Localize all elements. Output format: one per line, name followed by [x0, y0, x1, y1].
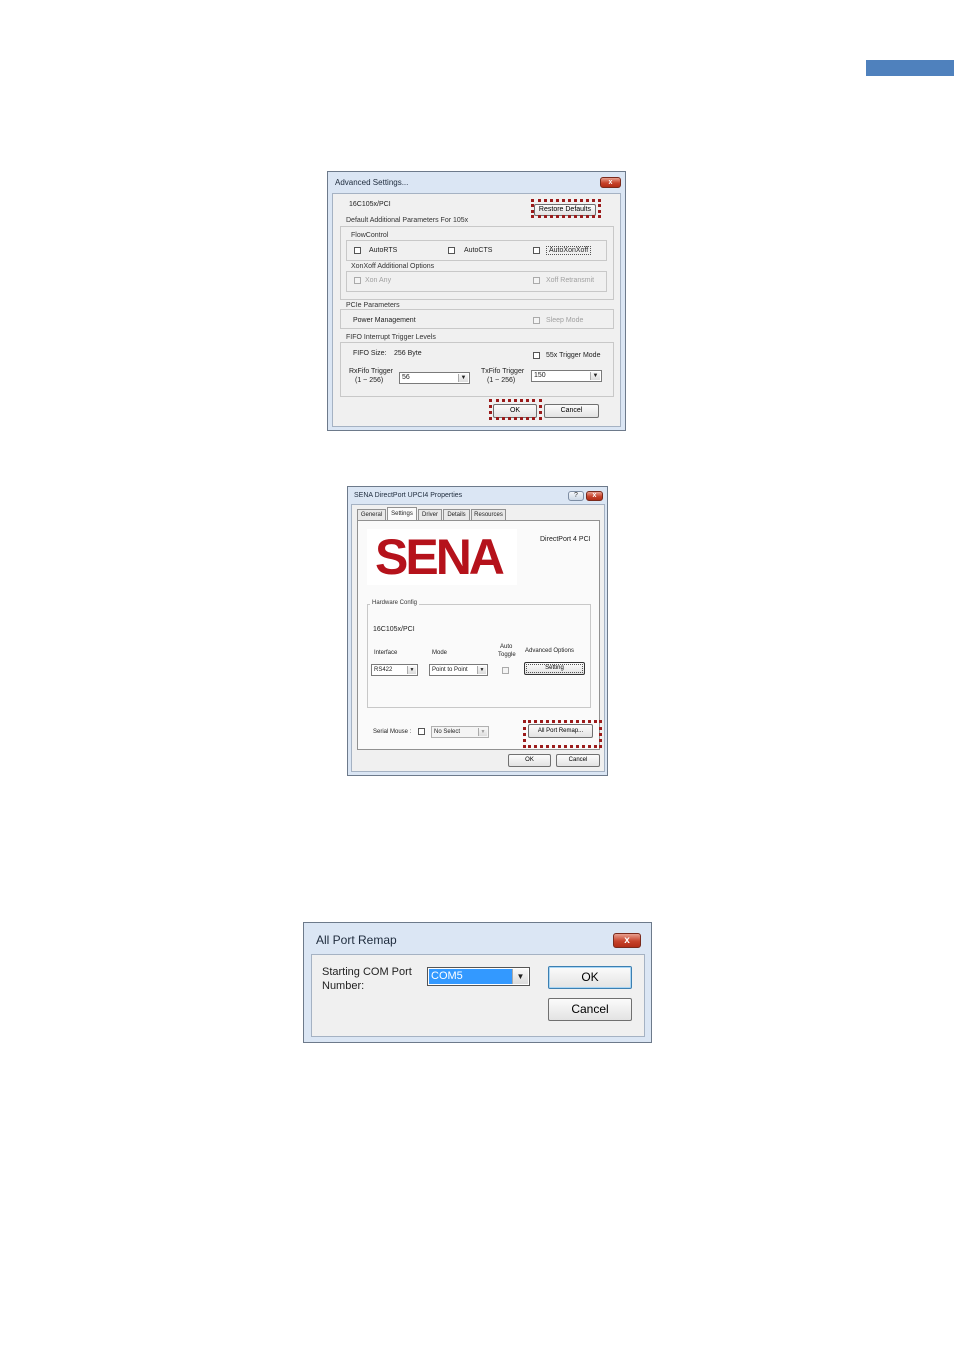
all-port-remap-highlight [523, 720, 602, 748]
xon-any-checkbox[interactable] [354, 277, 361, 284]
chevron-down-icon[interactable]: ▼ [478, 728, 487, 736]
serial-mouse-value: No Select [434, 729, 461, 735]
restore-defaults-highlight [531, 199, 601, 218]
cancel-button[interactable]: Cancel [556, 754, 600, 767]
tab-resources[interactable]: Resources [471, 509, 506, 520]
interface-combo[interactable]: RS422 ▼ [371, 664, 418, 676]
auto-toggle-checkbox[interactable] [502, 667, 509, 674]
chip-label: 16C105x/PCI [373, 626, 415, 633]
setting-button[interactable]: Setting [524, 662, 585, 675]
chevron-down-icon[interactable]: ▼ [458, 374, 468, 382]
header-accent-bar [866, 60, 954, 76]
fifo-trigger-group-label: FIFO Interrupt Trigger Levels [344, 334, 438, 341]
xonxoff-options-group-label: XonXoff Additional Options [349, 263, 437, 270]
close-icon[interactable]: x [600, 177, 621, 188]
rxfifo-trigger-combo[interactable]: 56 ▼ [399, 372, 470, 384]
xon-any-label: Xon Any [365, 277, 392, 284]
trigger-mode-checkbox[interactable] [533, 352, 540, 359]
window-title: SENA DirectPort UPCI4 Properties [354, 492, 463, 499]
auto-toggle-label-line2: Toggle [498, 652, 516, 658]
serial-mouse-checkbox[interactable] [418, 728, 425, 735]
sleep-mode-checkbox[interactable] [533, 317, 540, 324]
properties-titlebar: SENA DirectPort UPCI4 Properties ? x [348, 487, 607, 505]
fifo-size-label: FIFO Size: [353, 350, 387, 357]
autoxonxoff-checkbox[interactable] [533, 247, 540, 254]
window-title: Advanced Settings... [335, 178, 409, 187]
ok-button[interactable]: OK [508, 754, 551, 767]
ok-button-highlight [489, 399, 542, 420]
close-icon[interactable]: x [613, 933, 641, 948]
xoff-retransmit-checkbox[interactable] [533, 277, 540, 284]
pcie-params-group-label: PCIe Parameters [344, 302, 402, 309]
tab-details[interactable]: Details [443, 509, 470, 520]
chevron-down-icon[interactable]: ▼ [407, 666, 416, 674]
all-port-remap-dialog: All Port Remap x Starting COM Port Numbe… [303, 922, 652, 1043]
autoxonxoff-label: AutoXonXoff [546, 246, 592, 255]
auto-toggle-label-line1: Auto [500, 644, 513, 650]
properties-dialog: SENA DirectPort UPCI4 Properties ? x Gen… [347, 486, 608, 776]
advanced-options-label: Advanced Options [525, 648, 575, 654]
xoff-retransmit-label: Xoff Retransmit [546, 277, 595, 284]
window-title: All Port Remap [316, 933, 397, 947]
advanced-settings-titlebar: Advanced Settings... x [328, 172, 625, 192]
hardware-config-group [367, 604, 591, 708]
txfifo-trigger-combo[interactable]: 150 ▼ [531, 370, 602, 382]
chevron-down-icon[interactable]: ▼ [590, 372, 600, 380]
close-icon[interactable]: x [586, 491, 603, 501]
default-params-group-label: Default Additional Parameters For 105x [344, 217, 471, 224]
sleep-mode-label: Sleep Mode [546, 317, 584, 324]
help-icon[interactable]: ? [568, 491, 584, 501]
autorts-label: AutoRTS [369, 247, 398, 254]
chevron-down-icon[interactable]: ▼ [477, 666, 486, 674]
chip-label: 16C105x/PCI [349, 201, 391, 208]
cancel-button[interactable]: Cancel [544, 404, 599, 418]
hardware-config-group-label: Hardware Config [370, 600, 420, 606]
autorts-checkbox[interactable] [354, 247, 361, 254]
fifo-size-value: 256 Byte [394, 350, 422, 357]
model-label: DirectPort 4 PCI [540, 536, 591, 543]
serial-mouse-label: Serial Mouse : [373, 729, 412, 735]
txfifo-trigger-value: 150 [534, 372, 546, 379]
serial-mouse-combo[interactable]: No Select ▼ [431, 726, 489, 738]
rxfifo-trigger-label: RxFifo Trigger [349, 368, 393, 375]
com-port-value: COM5 [429, 969, 512, 984]
sena-logo-text: SENA [375, 529, 505, 585]
tab-settings[interactable]: Settings [387, 507, 417, 520]
autocts-checkbox[interactable] [448, 247, 455, 254]
interface-label: Interface [374, 650, 398, 656]
tab-driver[interactable]: Driver [418, 509, 442, 520]
ok-button[interactable]: OK [548, 966, 632, 989]
com-port-combo[interactable]: COM5 ▼ [427, 967, 530, 986]
rxfifo-trigger-value: 56 [402, 374, 410, 381]
sena-logo: SENA [367, 529, 517, 585]
tab-general[interactable]: General [357, 509, 386, 520]
mode-label: Mode [432, 650, 448, 656]
power-management-label: Power Management [353, 317, 416, 324]
txfifo-trigger-label: TxFifo Trigger [481, 368, 525, 375]
remap-titlebar: All Port Remap x [304, 923, 651, 951]
mode-value: Point to Point [432, 667, 468, 673]
advanced-settings-dialog: Advanced Settings... x 16C105x/PCI Resto… [327, 171, 626, 431]
mode-combo[interactable]: Point to Point ▼ [429, 664, 488, 676]
txfifo-range-label: (1 ~ 256) [487, 377, 516, 384]
rxfifo-range-label: (1 ~ 256) [355, 377, 384, 384]
autocts-label: AutoCTS [464, 247, 493, 254]
starting-com-port-label-line2: Number: [322, 980, 365, 992]
trigger-mode-label: 55x Trigger Mode [546, 352, 601, 359]
starting-com-port-label-line1: Starting COM Port [322, 966, 412, 978]
interface-value: RS422 [374, 667, 393, 673]
flowcontrol-group-label: FlowControl [349, 232, 391, 239]
chevron-down-icon[interactable]: ▼ [512, 969, 528, 984]
cancel-button[interactable]: Cancel [548, 998, 632, 1021]
